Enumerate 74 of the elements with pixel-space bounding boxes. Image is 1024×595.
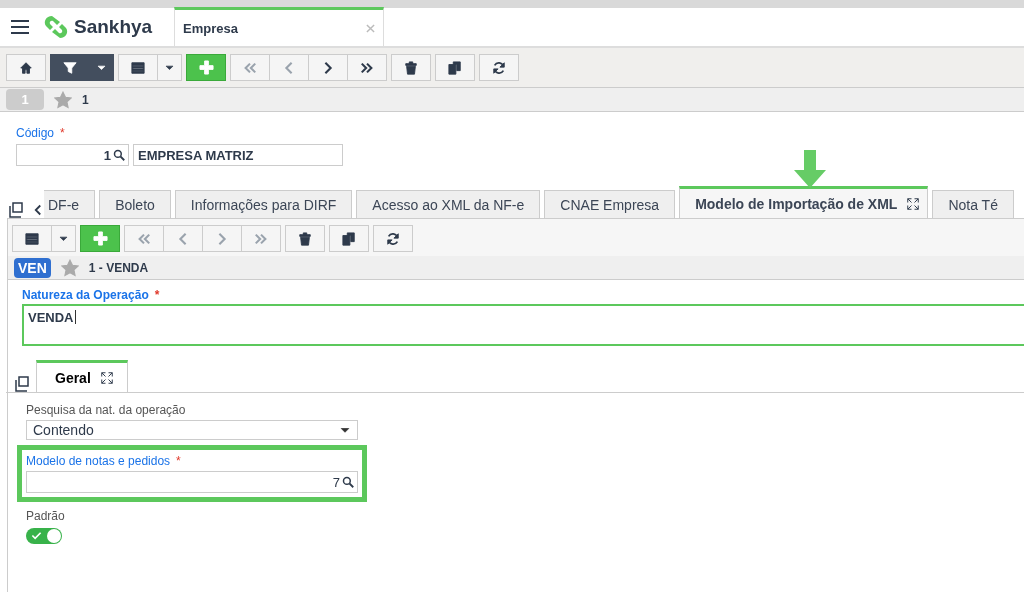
next-button[interactable] (308, 54, 348, 81)
code-field[interactable]: 1 (16, 144, 129, 166)
field-label: Modelo de notas e pedidos (26, 454, 171, 468)
add-button[interactable] (186, 54, 226, 81)
delete-button[interactable] (285, 225, 325, 252)
filter-button[interactable] (50, 54, 90, 81)
star-icon (60, 258, 79, 277)
home-icon (19, 60, 33, 75)
grid-button[interactable] (12, 225, 52, 252)
copy-icon (342, 231, 356, 246)
plus-icon (92, 231, 108, 246)
lookup-field[interactable]: 7 (26, 471, 358, 493)
copy-button[interactable] (329, 225, 369, 252)
grid-button[interactable] (118, 54, 158, 81)
tab[interactable]: Modelo de Importação de XML (679, 186, 929, 218)
record-title: 1 (82, 92, 89, 107)
home-button[interactable] (6, 54, 46, 81)
field-label: Natureza da Operação (22, 288, 149, 302)
layers-icon (14, 376, 30, 392)
layers-icon (8, 202, 24, 218)
grid-icon (25, 231, 39, 246)
menu-icon[interactable] (10, 19, 30, 35)
toggle-switch[interactable] (26, 528, 62, 544)
refresh-icon (492, 60, 506, 75)
copy-icon (448, 60, 462, 75)
double-chevron-right-icon (254, 231, 268, 246)
add-button[interactable] (80, 225, 120, 252)
grid-icon (131, 60, 145, 75)
trash-icon (298, 231, 312, 246)
field-label: Padrão (26, 509, 65, 523)
tab[interactable]: Acesso ao XML da NF-e (356, 190, 541, 218)
required-mark: * (154, 288, 160, 302)
tab[interactable]: Nota Té (932, 190, 1014, 218)
tab[interactable]: CNAE Empresa (544, 190, 676, 218)
trash-icon (404, 60, 418, 75)
required-mark: * (60, 126, 65, 140)
double-chevron-left-icon (243, 60, 257, 75)
refresh-button[interactable] (479, 54, 519, 81)
select-field[interactable]: Contendo (26, 420, 358, 440)
caret-icon (164, 62, 175, 73)
dropdown-button[interactable] (89, 54, 114, 81)
plus-icon (198, 60, 214, 75)
arrow-icon (794, 150, 826, 188)
record-title: 1 - VENDA (88, 260, 149, 275)
text-area[interactable]: VENDA (22, 304, 1024, 346)
tab[interactable]: Geral (36, 360, 128, 392)
caret-icon (58, 233, 69, 244)
tab[interactable]: Boleto (99, 190, 171, 218)
filter-icon (63, 60, 77, 75)
required-mark: * (176, 454, 181, 468)
brand-name: Sankhya (74, 16, 153, 38)
refresh-button[interactable] (373, 225, 413, 252)
check-icon (31, 530, 42, 541)
description-field[interactable]: EMPRESA MATRIZ (133, 144, 343, 166)
expand-icon (100, 371, 113, 384)
record-badge: VEN (14, 257, 51, 278)
tab[interactable]: Informações para DIRF (174, 190, 353, 218)
search-icon (342, 476, 354, 488)
caret-icon (96, 62, 107, 73)
refresh-icon (386, 231, 400, 246)
search-icon (113, 149, 125, 161)
field-value: 1 (103, 147, 111, 163)
field-label: Pesquisa da nat. da operação (26, 403, 186, 417)
logo-icon (42, 15, 70, 39)
copy-button[interactable] (435, 54, 475, 81)
chevron-left-icon (32, 204, 44, 216)
delete-button[interactable] (391, 54, 431, 81)
tab[interactable]: DF-e (44, 190, 96, 218)
last-button[interactable] (347, 54, 387, 81)
field-label: Código (16, 126, 55, 140)
star-icon (54, 90, 72, 109)
expand-icon (907, 197, 920, 210)
double-chevron-right-icon (360, 60, 374, 75)
double-chevron-left-icon (137, 231, 151, 246)
